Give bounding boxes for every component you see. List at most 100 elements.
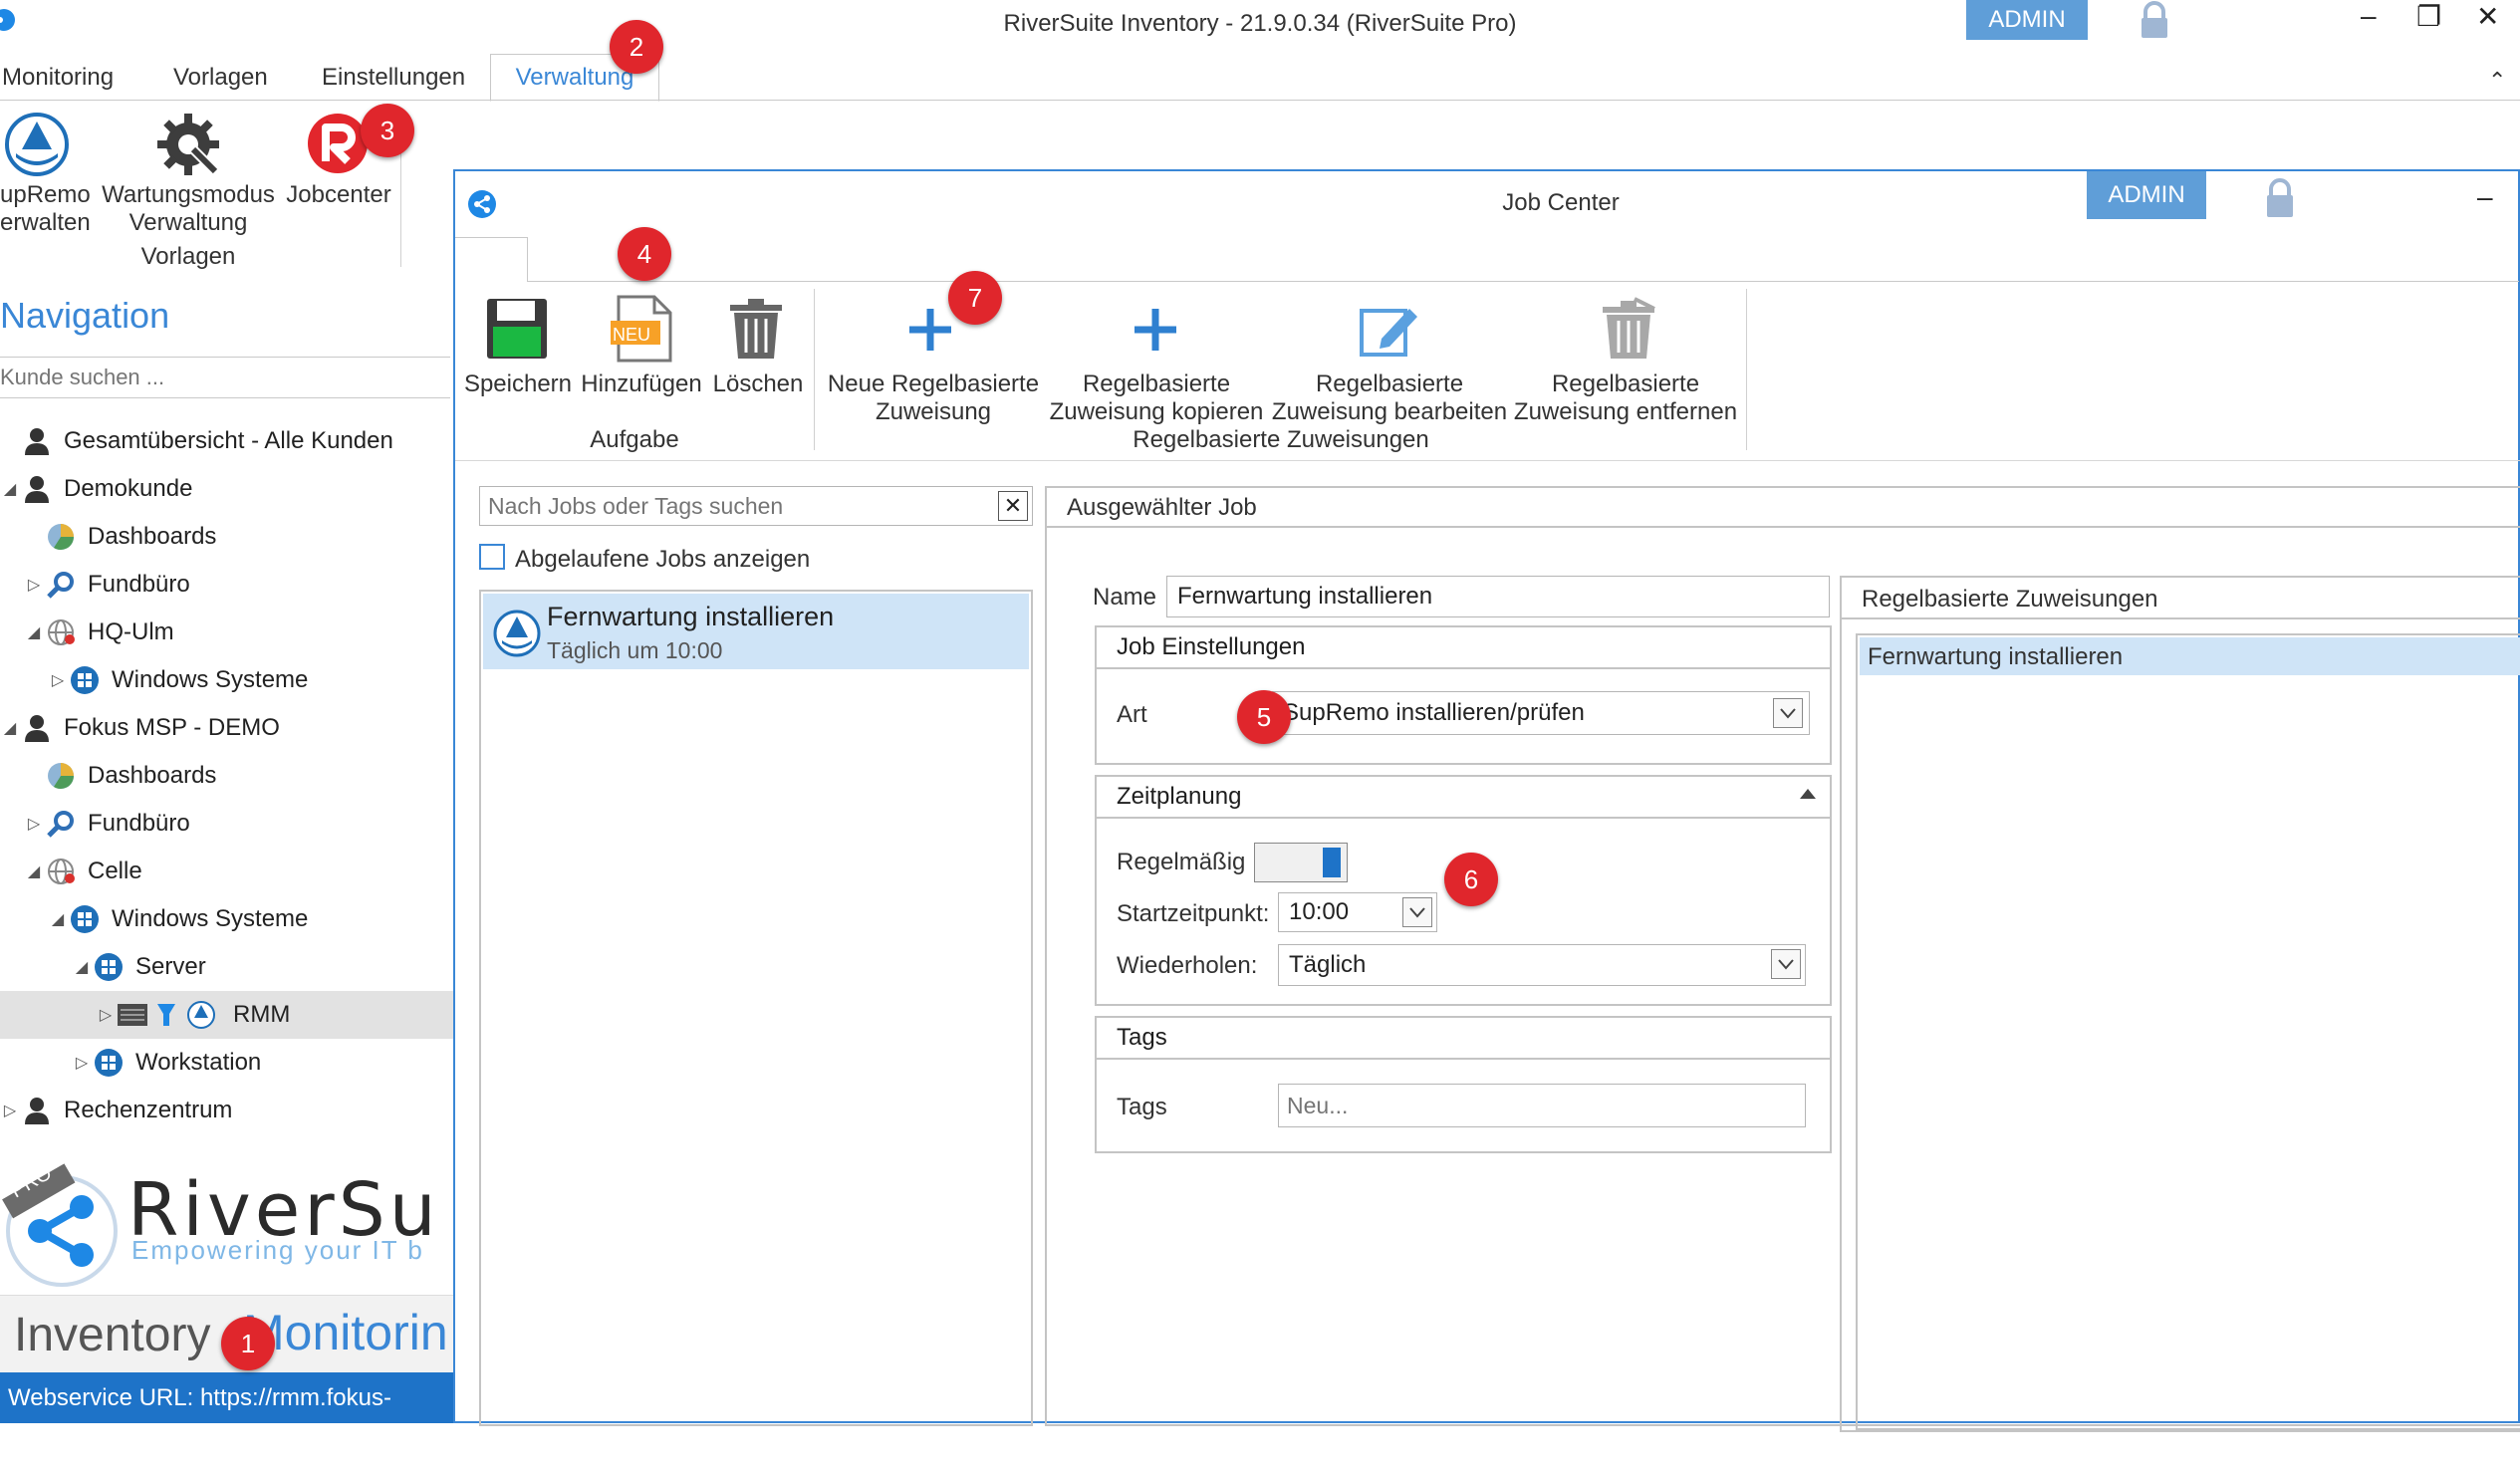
expand-arrow-icon[interactable]: ▷ [72,1053,92,1073]
gear-wrench-icon [153,110,223,179]
expand-arrow-icon[interactable]: ▷ [48,670,68,690]
remove-rule-assignment-button[interactable]: Regelbasierte Zuweisung entfernen [1511,291,1740,425]
ribbon-collapse-icon[interactable]: ⌃ [2488,68,2506,94]
tree-item[interactable]: ▷ Windows Systeme [0,656,453,704]
brand-tagline: Empowering your IT b [131,1235,424,1265]
tree-item[interactable]: ◢ Demokunde [0,465,453,513]
person-icon [20,472,54,506]
tree-item[interactable]: ◢ Fokus MSP - DEMO [0,704,453,752]
collapse-arrow-icon[interactable]: ◢ [48,909,68,929]
collapse-arrow-icon[interactable]: ◢ [72,957,92,977]
expand-arrow-icon[interactable]: ▷ [24,814,44,834]
tree-item-label: Celle [88,858,142,884]
supremo-label-1: upRemo [0,181,91,208]
tree-item[interactable]: Dashboards [0,752,453,800]
tree-item[interactable]: ▷ Fundbüro [0,561,453,609]
copy-rule-label-1: Regelbasierte [1082,370,1231,397]
start-time-select[interactable]: 10:00 [1278,892,1437,932]
customer-search-input[interactable] [0,358,438,395]
add-button[interactable]: NEU Hinzufügen [577,291,706,420]
collapse-arrow-icon[interactable]: ◢ [24,622,44,642]
job-center-ribbon-tab[interactable] [455,237,528,282]
tree-item[interactable]: ▷ Workstation [0,1039,453,1087]
supremo-button[interactable]: upRemo erwalten [0,108,91,247]
toggle-knob [1323,848,1341,877]
collapse-arrow-icon[interactable]: ◢ [0,718,20,738]
job-search-input[interactable] [480,487,988,525]
pie-chart-icon [44,520,78,554]
collapse-arrow-icon[interactable]: ◢ [0,479,20,499]
chevron-down-icon[interactable] [1402,897,1432,927]
art-select[interactable]: SupRemo installieren/prüfen [1272,691,1810,735]
callout-marker-2: 2 [610,20,663,74]
person-icon [20,711,54,745]
delete-button[interactable]: Löschen [708,291,808,420]
pie-chart-icon [44,759,78,793]
tree-item[interactable]: ▷ Fundbüro [0,800,453,848]
tree-item[interactable]: ◢ HQ-Ulm [0,609,453,656]
tab-monitoring-footer[interactable]: Monitorin [243,1304,448,1361]
scheduling-title: Zeitplanung [1117,783,1242,810]
list-item[interactable]: Fernwartung installieren [1860,637,2520,675]
tree-item-label: Fokus MSP - DEMO [64,714,280,741]
tab-inventory[interactable]: Inventory [14,1308,210,1362]
expand-arrow-icon[interactable]: ▷ [24,575,44,595]
list-item[interactable]: Fernwartung installieren Täglich um 10:0… [483,594,1029,669]
job-center-admin-badge[interactable]: ADMIN [2087,171,2206,219]
tags-input[interactable] [1279,1085,1787,1126]
admin-badge[interactable]: ADMIN [1966,0,2088,40]
expand-arrow-icon[interactable]: ▷ [0,1101,20,1120]
tree-item[interactable]: ▷ Rechenzentrum [0,1087,453,1134]
customer-search-field[interactable] [0,357,450,398]
repeat-value: Täglich [1289,951,1367,978]
maximize-button[interactable]: ❐ [2416,0,2441,33]
expand-arrow-icon[interactable]: ▷ [96,1005,116,1025]
rmm-icons [116,998,223,1032]
regular-toggle[interactable] [1254,843,1348,882]
tree-item[interactable]: ◢ Celle [0,848,453,895]
close-button[interactable]: ✕ [2476,0,2499,33]
job-center-ribbon-divider [527,281,2519,282]
job-center-minimize-button[interactable]: – [2477,181,2493,213]
tree-item[interactable]: ▷ RMM [0,991,453,1039]
new-rule-assignment-button[interactable]: Neue Regelbasierte Zuweisung [822,291,1045,425]
remove-rule-label-1: Regelbasierte [1551,370,1700,397]
show-expired-checkbox[interactable] [479,544,505,570]
plus-icon [905,305,955,355]
copy-rule-assignment-button[interactable]: Regelbasierte Zuweisung kopieren [1045,291,1268,425]
job-list: Fernwartung installieren Täglich um 10:0… [479,590,1033,1426]
callout-marker-7: 7 [948,271,1002,325]
tab-vorlagen[interactable]: Vorlagen [173,64,268,92]
chevron-down-icon[interactable] [1773,698,1803,728]
tree-item-label: Demokunde [64,475,193,502]
chevron-down-icon[interactable] [1771,949,1801,979]
callout-marker-5: 5 [1237,690,1291,744]
toolbar-bottom-line [455,460,2520,461]
tags-field[interactable] [1278,1084,1806,1127]
tab-monitoring[interactable]: Monitoring [2,64,114,92]
edit-rule-assignment-button[interactable]: Regelbasierte Zuweisung bearbeiten [1268,291,1511,425]
job-search-field[interactable]: ✕ [479,486,1033,526]
tab-einstellungen[interactable]: Einstellungen [322,64,465,92]
lock-icon[interactable] [2135,0,2174,40]
tree-item[interactable]: ◢ Server [0,943,453,991]
job-settings-title: Job Einstellungen [1117,633,1306,660]
clear-search-button[interactable]: ✕ [998,491,1028,521]
job-center-lock-icon[interactable] [2260,177,2300,219]
tree-item-label: Workstation [135,1049,262,1076]
collapse-arrow-icon[interactable]: ◢ [24,861,44,881]
minimize-button[interactable]: – [2361,0,2377,32]
ribbon-group-label: Vorlagen [140,243,236,270]
tree-item[interactable]: ◢ Windows Systeme [0,895,453,943]
name-field[interactable]: Fernwartung installieren [1166,576,1830,617]
selected-job-title: Ausgewählter Job [1067,494,1257,521]
repeat-select[interactable]: Täglich [1278,944,1806,986]
tree-item[interactable]: Gesamtübersicht - Alle Kunden [0,417,453,465]
tree-item[interactable]: Dashboards [0,513,453,561]
save-button[interactable]: Speichern [463,291,573,420]
job-name: Fernwartung installieren [547,602,835,631]
wartungsmodus-button[interactable]: Wartungsmodus Verwaltung [100,108,277,247]
collapse-caret-icon[interactable] [1798,787,1818,801]
scheduling-header[interactable]: Zeitplanung [1097,777,1830,819]
toolbar-group-divider-2 [1746,289,1747,450]
